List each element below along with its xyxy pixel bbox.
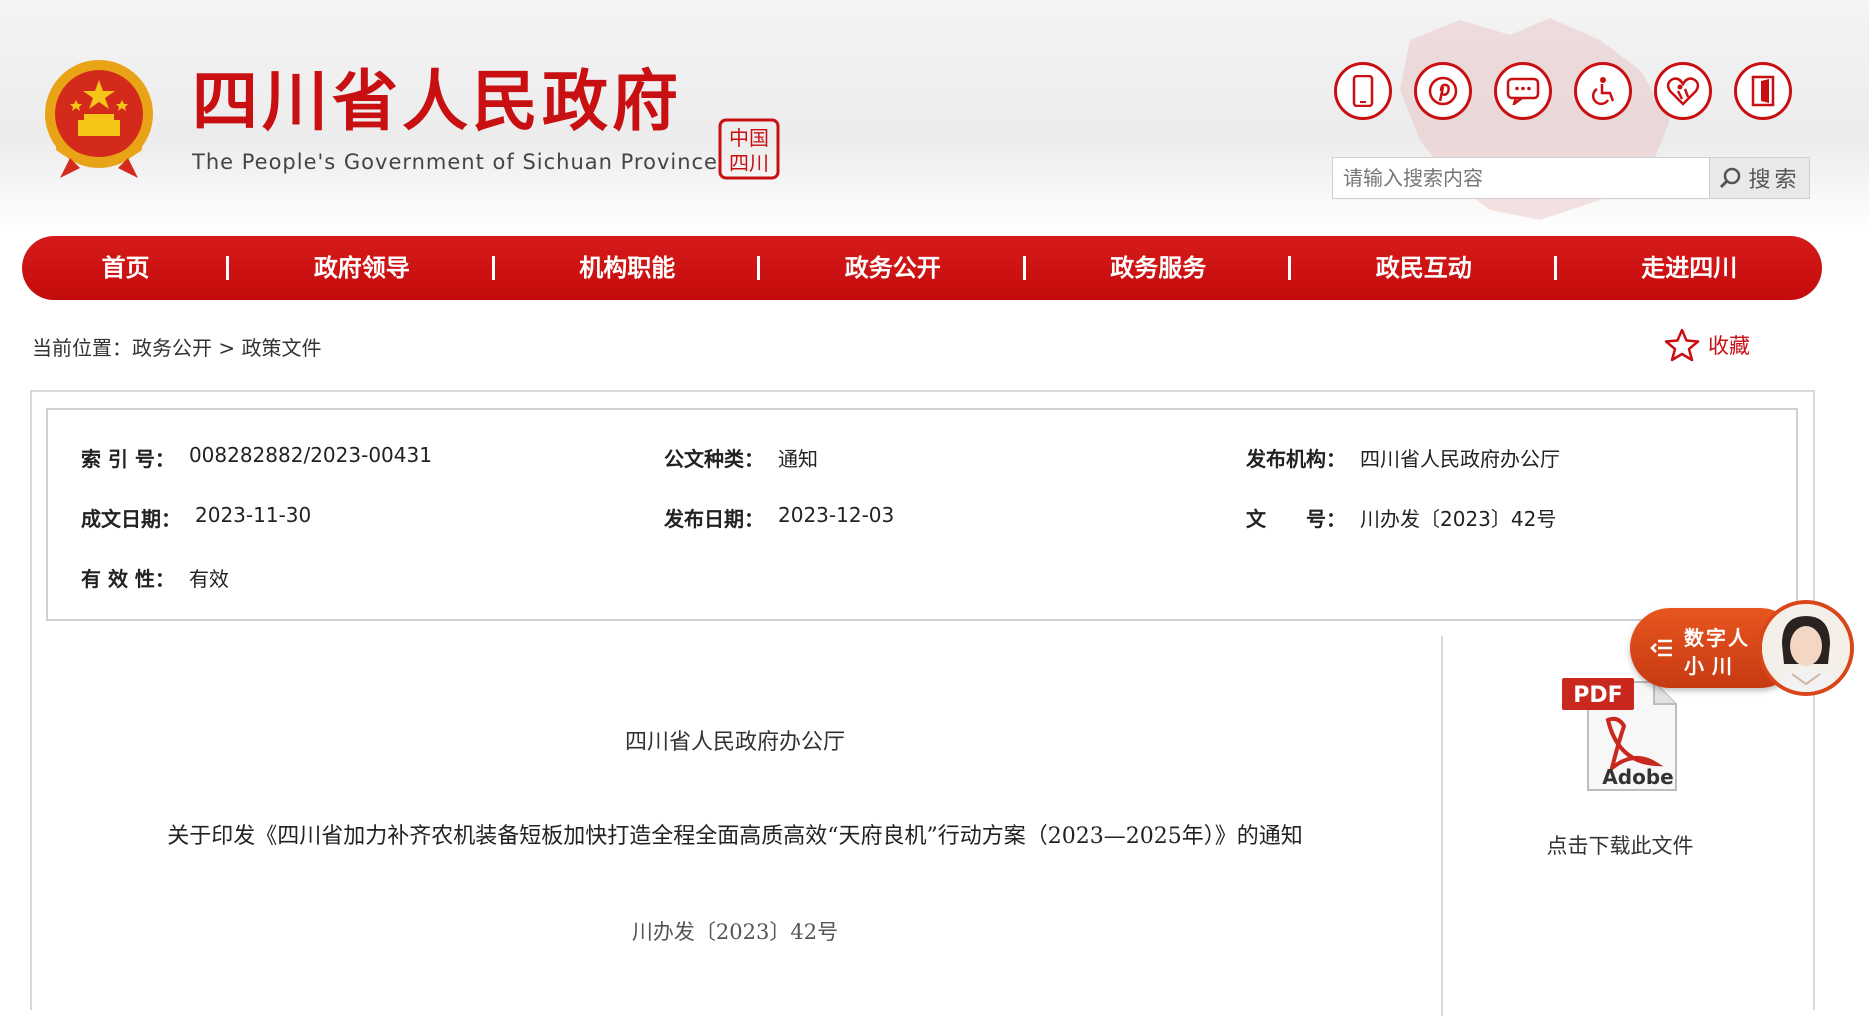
search-button[interactable]: 搜索 [1709,158,1809,198]
tool-icons [1334,62,1792,120]
meta-type: 公文种类： 通知 [664,443,818,472]
meta-published: 发布日期： 2023-12-03 [664,503,894,532]
breadcrumb-link-disclosure[interactable]: 政务公开 [132,336,212,360]
mobile-icon[interactable] [1334,62,1392,120]
meta-issuer-value: 四川省人民政府办公厅 [1360,447,1560,471]
avatar-portrait-icon [1762,604,1850,692]
breadcrumb-link-policy[interactable]: 政策文件 [241,336,321,360]
meta-validity-label: 有 效 性： [81,567,175,591]
document-number: 川办发〔2023〕42号 [631,920,839,944]
svg-text:四川: 四川 [729,151,769,175]
pdf-badge-text: PDF [1573,683,1622,708]
nav-item-home[interactable]: 首页 [22,236,230,300]
favorite-label: 收藏 [1708,334,1750,358]
favorite-button[interactable]: 收藏 [1664,328,1750,362]
meta-type-value: 通知 [778,447,818,471]
meta-published-label: 发布日期： [664,507,764,531]
site-title: 四川省人民政府 [192,63,682,140]
meta-created-label: 成文日期： [81,507,181,531]
meta-index: 索 引 号： 008282882/2023-00431 [81,443,432,472]
star-icon [1664,328,1700,362]
care-icon[interactable] [1654,62,1712,120]
search-icon [1720,167,1741,189]
document-title: 关于印发《四川省加力补齐农机装备短板加快打造全程全面高质高效“天府良机”行动方案… [167,824,1303,849]
meta-docno-value: 川办发〔2023〕42号 [1360,507,1557,531]
assistant-line1: 数字人 [1684,626,1750,650]
meta-docno-label: 文 号： [1246,507,1346,531]
meta-validity: 有 效 性： 有效 [81,563,229,592]
search-button-label: 搜索 [1748,168,1801,193]
assistant-avatar[interactable] [1758,600,1854,696]
document-org: 四川省人民政府办公厅 [624,730,845,755]
main-nav: 首页 政府领导 机构职能 政务公开 政务服务 政民互动 走进四川 [22,236,1822,300]
site-header: 四川省人民政府 The People's Government of Sichu… [0,0,1869,232]
assistant-line2: 小川 [1684,654,1740,678]
nav-item-disclosure[interactable]: 政务公开 [760,236,1027,300]
digital-assistant-widget[interactable]: 数字人 小川 [1630,600,1860,696]
svg-text:中国: 中国 [729,126,769,150]
sichuan-seal-logo: 中国 四川 [718,118,780,180]
meta-index-value: 008282882/2023-00431 [188,443,432,467]
content-divider [1441,636,1443,1016]
meta-type-label: 公文种类： [664,447,764,471]
nav-item-interaction[interactable]: 政民互动 [1291,236,1557,300]
nav-item-services[interactable]: 政务服务 [1026,236,1292,300]
meta-created-value: 2023-11-30 [195,503,312,527]
nav-item-functions[interactable]: 机构职能 [495,236,761,300]
meta-index-label: 索 引 号： [81,447,175,471]
meta-docno: 文 号： 川办发〔2023〕42号 [1246,503,1556,532]
menu-icon [1650,639,1672,657]
search-input[interactable] [1333,158,1729,198]
document-meta: 索 引 号： 008282882/2023-00431 公文种类： 通知 发布机… [46,408,1798,621]
national-emblem-icon [45,60,153,178]
message-icon[interactable] [1494,62,1552,120]
meta-issuer-label: 发布机构： [1246,447,1346,471]
accessibility-icon[interactable] [1574,62,1632,120]
pinterest-icon[interactable] [1414,62,1472,120]
nav-item-leaders[interactable]: 政府领导 [229,236,496,300]
breadcrumb-prefix: 当前位置： [32,336,132,360]
meta-published-value: 2023-12-03 [778,503,895,527]
exit-icon[interactable] [1734,62,1792,120]
download-link[interactable]: 点击下载此文件 [1500,830,1740,860]
meta-issuer: 发布机构： 四川省人民政府办公厅 [1246,443,1560,472]
site-subtitle: The People's Government of Sichuan Provi… [192,150,718,174]
meta-created: 成文日期： 2023-11-30 [81,503,311,532]
search-box: 搜索 [1332,157,1810,199]
pdf-adobe-text: Adobe [1602,765,1673,789]
breadcrumb: 当前位置：政务公开 > 政策文件 [32,332,321,361]
meta-validity-value: 有效 [188,567,229,591]
breadcrumb-separator: > [218,336,236,360]
nav-item-about-sichuan[interactable]: 走进四川 [1557,236,1822,300]
